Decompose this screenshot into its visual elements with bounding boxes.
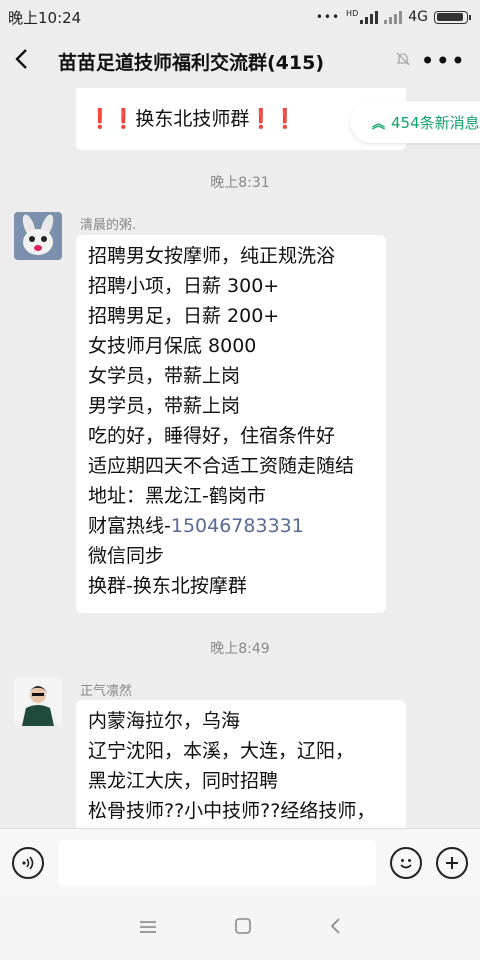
back-icon[interactable] (14, 47, 50, 75)
status-icons: ••• HD 4G (315, 9, 471, 25)
message-line: 地址：黑龙江-鹤岗市 (88, 485, 266, 507)
chat-area[interactable]: ❗❗换东北技师群❗❗ ︽ 454条新消息 晚上8:31 清晨的粥. 招聘男女按摩… (0, 88, 480, 828)
sender-name: 清晨的粥. (80, 218, 137, 233)
battery-icon (434, 10, 471, 24)
message-line: 财富热线-15046783331 (88, 511, 374, 541)
menu-icon[interactable] (139, 919, 157, 938)
sender-name: 正气凛然 (80, 684, 133, 699)
message-line: 招聘小项，日薪 300+ (88, 275, 280, 297)
status-bar: 晚上10:24 ••• HD 4G (0, 0, 480, 34)
avatar[interactable] (14, 212, 62, 260)
message-line: 女技师月保底 8000 (88, 335, 257, 357)
message-line: 适应期四天不合适工资随走随结 (88, 455, 355, 477)
phone-prefix: 财富热线- (88, 515, 171, 537)
message-bubble: 招聘男女按摩师，纯正规洗浴 招聘小项，日薪 300+ 招聘男足，日薪 200+ … (76, 235, 386, 613)
nav-back-icon[interactable] (329, 917, 341, 939)
timestamp: 晚上8:31 (210, 175, 270, 191)
message-line: 男学员，带薪上岗 (88, 395, 241, 417)
message-line: 招聘男女按摩师，纯正规洗浴 (88, 245, 336, 267)
message-line: 微信同步 (88, 545, 165, 567)
chat-header: 苗苗足道技师福利交流群(415) ••• (0, 34, 480, 88)
hd-label: HD (346, 9, 359, 18)
message-line: 辽宁沈阳，本溪，大连，辽阳， (88, 740, 355, 762)
message-line: 内蒙海拉尔，乌海 (88, 710, 241, 732)
message-line: 招聘男足，日薪 200+ (88, 305, 280, 327)
home-icon[interactable] (234, 917, 252, 939)
message-text: ❗❗换东北技师群❗❗ (88, 108, 297, 130)
signal-icon (384, 10, 403, 24)
dots-icon: ••• (315, 10, 341, 24)
message-line: 吃的好，睡得好，住宿条件好 (88, 425, 336, 447)
network-type: 4G (408, 9, 428, 25)
phone-link[interactable]: 15046783331 (171, 515, 304, 537)
hd-signal-icon: HD (346, 9, 379, 24)
more-icon[interactable]: ••• (411, 47, 466, 75)
message-line: 松骨技师??小中技师??经络技师， (88, 800, 376, 822)
input-bar (0, 828, 480, 896)
chat-title: 苗苗足道技师福利交流群(415) (58, 51, 325, 74)
message-line: 换群-换东北按摩群 (88, 575, 247, 597)
message-line: 女学员，带薪上岗 (88, 365, 241, 387)
new-messages-button[interactable]: ︽ 454条新消息 (350, 101, 480, 143)
emoji-icon[interactable] (390, 846, 422, 879)
plus-icon[interactable] (436, 846, 468, 879)
message-line: 黑龙江大庆，同时招聘 (88, 770, 279, 792)
system-nav-bar (0, 896, 480, 960)
mute-icon (395, 51, 411, 71)
timestamp: 晚上8:49 (210, 641, 270, 657)
double-chevron-up-icon: ︽ (372, 116, 386, 132)
new-messages-label: 454条新消息 (391, 113, 480, 132)
voice-icon[interactable] (12, 846, 44, 879)
message-input[interactable] (58, 839, 376, 886)
message-bubble: 内蒙海拉尔，乌海 辽宁沈阳，本溪，大连，辽阳， 黑龙江大庆，同时招聘 松骨技师?… (76, 700, 406, 828)
avatar[interactable] (14, 678, 62, 726)
status-time: 晚上10:24 (8, 8, 82, 27)
